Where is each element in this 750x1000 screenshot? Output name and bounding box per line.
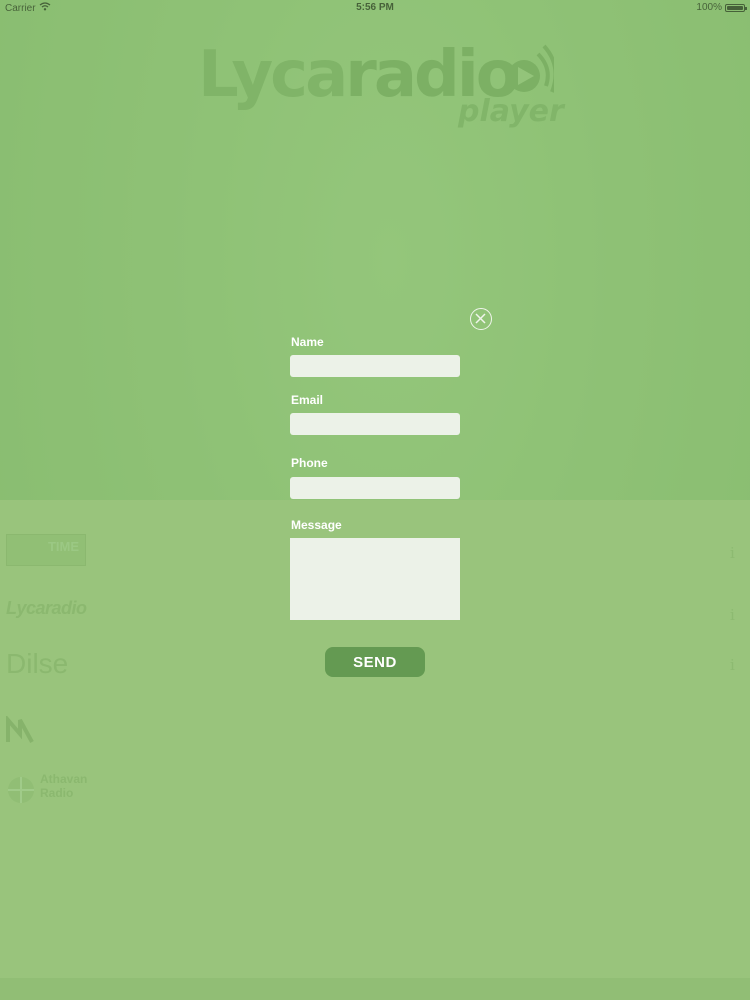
email-field[interactable] bbox=[290, 413, 460, 435]
message-field[interactable] bbox=[290, 538, 460, 620]
message-label: Message bbox=[291, 518, 342, 532]
contact-form: Name Email Phone Message SEND bbox=[0, 0, 750, 1000]
name-field[interactable] bbox=[290, 355, 460, 377]
close-button[interactable] bbox=[470, 308, 492, 330]
phone-label: Phone bbox=[291, 456, 328, 470]
app-screen: Carrier 5:56 PM 100% Lycaradio player TI… bbox=[0, 0, 750, 1000]
send-button[interactable]: SEND bbox=[325, 647, 425, 677]
phone-field[interactable] bbox=[290, 477, 460, 499]
email-label: Email bbox=[291, 393, 324, 407]
name-label: Name bbox=[291, 335, 324, 349]
close-icon bbox=[475, 313, 486, 324]
